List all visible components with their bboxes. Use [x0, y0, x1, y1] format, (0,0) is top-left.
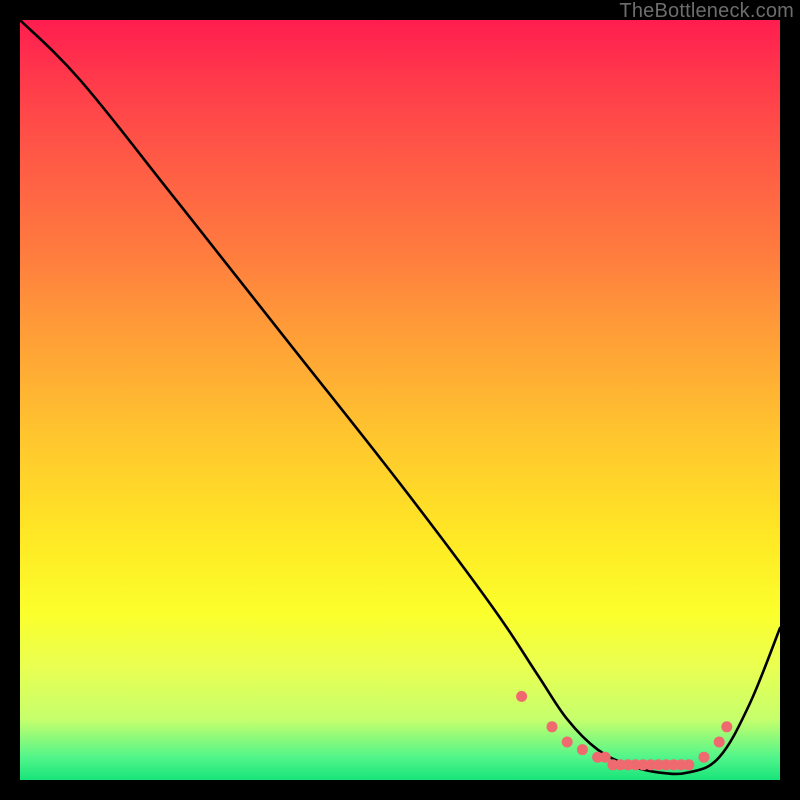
curve-marker-dot	[714, 737, 725, 748]
curve-markers	[516, 691, 732, 770]
curve-marker-dot	[562, 737, 573, 748]
curve-marker-dot	[699, 752, 710, 763]
gradient-plot-area	[20, 20, 780, 780]
curve-marker-dot	[721, 721, 732, 732]
curve-marker-dot	[683, 759, 694, 770]
curve-marker-dot	[547, 721, 558, 732]
bottleneck-curve	[20, 20, 780, 774]
chart-svg	[20, 20, 780, 780]
chart-stage: TheBottleneck.com	[0, 0, 800, 800]
curve-marker-dot	[516, 691, 527, 702]
curve-marker-dot	[577, 744, 588, 755]
